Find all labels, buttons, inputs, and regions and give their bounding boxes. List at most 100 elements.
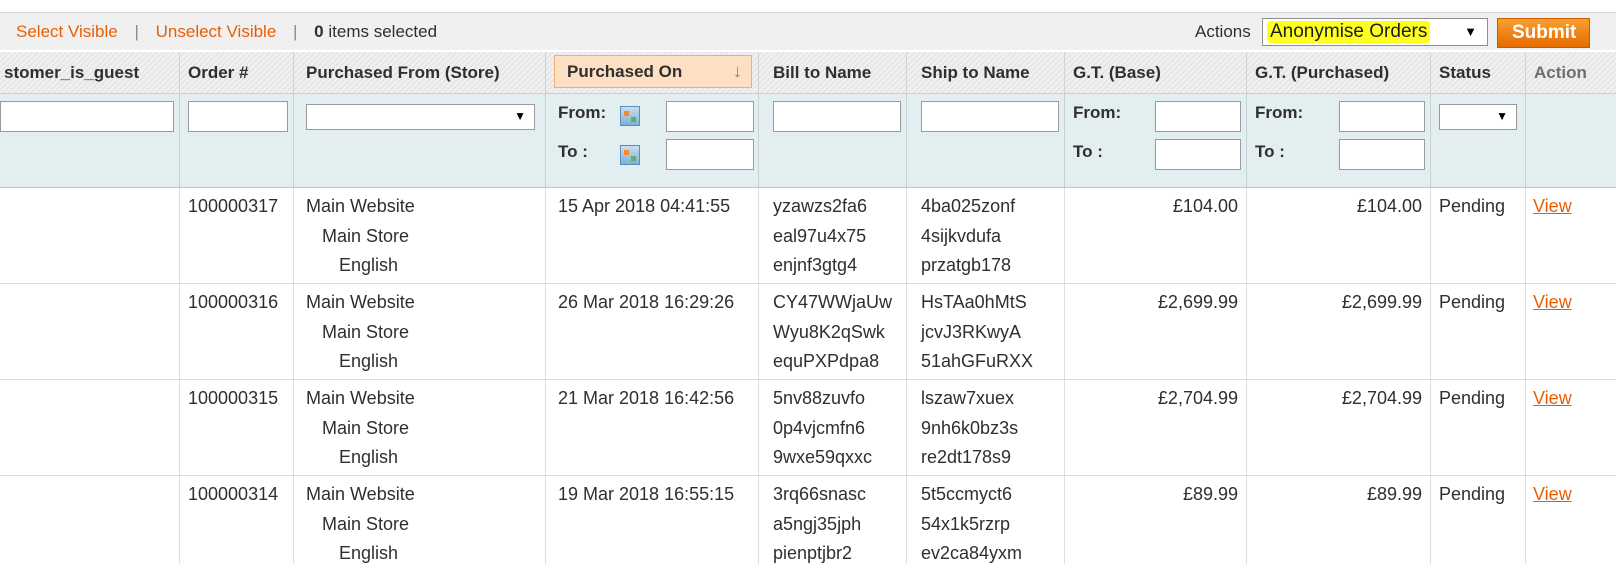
ship-to-line: ev2ca84yxm <box>921 543 1023 563</box>
filter-from-label: From: <box>558 103 607 122</box>
column-header-ship-to[interactable]: Ship to Name <box>907 52 1065 93</box>
ship-to-line: re2dt178s9 <box>921 447 1012 467</box>
actions-selected-value: Anonymise Orders <box>1267 21 1431 43</box>
store-line: Main Website <box>306 484 415 504</box>
cell-store: Main Website Main Store English <box>294 380 546 475</box>
filter-purchased-on-from-input[interactable] <box>666 101 754 132</box>
cell-purchased-on: 26 Mar 2018 16:29:26 <box>546 284 759 379</box>
filter-purchased-on-to-input[interactable] <box>666 139 754 170</box>
table-row[interactable]: 100000316 Main Website Main Store Englis… <box>0 284 1616 380</box>
table-row[interactable]: 100000314 Main Website Main Store Englis… <box>0 476 1616 564</box>
ship-to-line: 4sijkvdufa <box>921 225 1002 246</box>
ship-to-line: 54x1k5rzrp <box>921 513 1011 534</box>
cell-bill-to: 5nv88zuvfo 0p4vjcmfn6 9wxe59qxxc <box>759 380 907 475</box>
filter-gt-purchased-from-input[interactable] <box>1339 101 1425 132</box>
view-link[interactable]: View <box>1526 484 1572 504</box>
filter-cell-order <box>180 94 294 187</box>
table-row[interactable]: 100000315 Main Website Main Store Englis… <box>0 380 1616 476</box>
column-header-label: Order # <box>188 63 249 82</box>
bill-to-line: 3rq66snasc <box>773 484 867 504</box>
filter-store-select[interactable]: ▼ <box>306 104 535 130</box>
cell-bill-to: 3rq66snasc a5ngj35jph pienptjbr2 <box>759 476 907 564</box>
ship-to-line: 4ba025zonf <box>921 196 1016 216</box>
filter-to-label: To : <box>1073 142 1103 161</box>
actions-select[interactable]: Anonymise Orders ▼ <box>1262 18 1488 46</box>
filter-customer-is-guest-input[interactable] <box>0 101 174 132</box>
cell-store: Main Website Main Store English <box>294 476 546 564</box>
column-header-status[interactable]: Status <box>1431 52 1526 93</box>
cell-action: View <box>1526 476 1616 564</box>
purchased-on-value: 19 Mar 2018 16:55:15 <box>558 484 735 504</box>
purchased-on-value: 21 Mar 2018 16:42:56 <box>558 388 735 408</box>
column-header-label: Purchased From (Store) <box>306 63 500 82</box>
column-header-order[interactable]: Order # <box>180 52 294 93</box>
cell-bill-to: yzawzs2fa6 eal97u4x75 enjnf3gtg4 <box>759 188 907 283</box>
filter-gt-purchased-to-input[interactable] <box>1339 139 1425 170</box>
cell-gt-purchased: £89.99 <box>1247 476 1431 564</box>
bill-to-line: Wyu8K2qSwk <box>773 321 885 342</box>
status-value: Pending <box>1439 388 1506 408</box>
sort-desc-icon: ↓ <box>733 61 742 81</box>
filter-cell-store: ▼ <box>294 94 546 187</box>
calendar-icon[interactable] <box>620 145 640 165</box>
bill-to-line: enjnf3gtg4 <box>773 255 858 275</box>
cell-customer-is-guest <box>0 476 180 564</box>
store-line: English <box>339 351 399 371</box>
dropdown-arrow-icon: ▼ <box>1464 24 1477 39</box>
column-header-customer-is-guest[interactable]: stomer_is_guest <box>0 52 180 93</box>
column-header-label: Status <box>1439 63 1491 82</box>
filter-gt-base-to-input[interactable] <box>1155 139 1241 170</box>
ship-to-line: HsTAa0hMtS <box>921 292 1027 312</box>
order-number: 100000316 <box>188 292 279 312</box>
column-header-label: Bill to Name <box>773 63 872 82</box>
selected-count: 0 <box>314 22 324 41</box>
column-header-label: Ship to Name <box>921 63 1030 82</box>
ship-to-line: przatgb178 <box>921 255 1012 275</box>
view-link[interactable]: View <box>1526 292 1572 312</box>
filter-to-label: To : <box>1255 142 1285 161</box>
filter-from-label: From: <box>1255 103 1304 122</box>
filter-ship-to-input[interactable] <box>921 101 1059 132</box>
grid-filter-row: ▼ From: To : From: To : From: To : ▼ <box>0 94 1616 188</box>
filter-order-input[interactable] <box>188 101 288 132</box>
column-header-purchased-on[interactable]: Purchased On ↓ <box>546 52 759 93</box>
cell-order: 100000317 <box>180 188 294 283</box>
gt-base-value: £2,704.99 <box>1157 388 1238 408</box>
ship-to-line: 9nh6k0bz3s <box>921 417 1019 438</box>
filter-bill-to-input[interactable] <box>773 101 901 132</box>
table-row[interactable]: 100000317 Main Website Main Store Englis… <box>0 188 1616 284</box>
view-link[interactable]: View <box>1526 196 1572 216</box>
gt-base-value: £104.00 <box>1172 196 1238 216</box>
cell-gt-purchased: £2,699.99 <box>1247 284 1431 379</box>
filter-cell-customer-is-guest <box>0 94 180 187</box>
store-line: English <box>339 543 399 563</box>
filter-gt-base-from-input[interactable] <box>1155 101 1241 132</box>
bill-to-line: a5ngj35jph <box>773 513 862 534</box>
column-header-bill-to[interactable]: Bill to Name <box>759 52 907 93</box>
column-header-label: G.T. (Purchased) <box>1255 63 1390 82</box>
filter-status-select[interactable]: ▼ <box>1439 104 1517 130</box>
separator: | <box>293 22 298 41</box>
ship-to-line: lszaw7xuex <box>921 388 1015 408</box>
cell-store: Main Website Main Store English <box>294 284 546 379</box>
column-header-label: stomer_is_guest <box>4 63 140 82</box>
submit-button[interactable]: Submit <box>1497 18 1590 48</box>
cell-ship-to: 4ba025zonf 4sijkvdufa przatgb178 <box>907 188 1065 283</box>
column-header-store[interactable]: Purchased From (Store) <box>294 52 546 93</box>
column-header-sorted: Purchased On ↓ <box>554 55 752 88</box>
cell-ship-to: 5t5ccmyct6 54x1k5rzrp ev2ca84yxm <box>907 476 1065 564</box>
select-visible-link[interactable]: Select Visible <box>16 22 118 41</box>
gt-base-value: £89.99 <box>1182 484 1238 504</box>
view-link[interactable]: View <box>1526 388 1572 408</box>
column-header-gt-base[interactable]: G.T. (Base) <box>1065 52 1247 93</box>
order-number: 100000315 <box>188 388 279 408</box>
cell-purchased-on: 19 Mar 2018 16:55:15 <box>546 476 759 564</box>
unselect-visible-link[interactable]: Unselect Visible <box>156 22 277 41</box>
column-header-gt-purchased[interactable]: G.T. (Purchased) <box>1247 52 1431 93</box>
calendar-icon[interactable] <box>620 106 640 126</box>
dropdown-arrow-icon: ▼ <box>1496 109 1508 123</box>
filter-cell-action <box>1526 94 1616 187</box>
ship-to-line: 5t5ccmyct6 <box>921 484 1013 504</box>
gt-purchased-value: £104.00 <box>1356 196 1422 216</box>
cell-action: View <box>1526 284 1616 379</box>
